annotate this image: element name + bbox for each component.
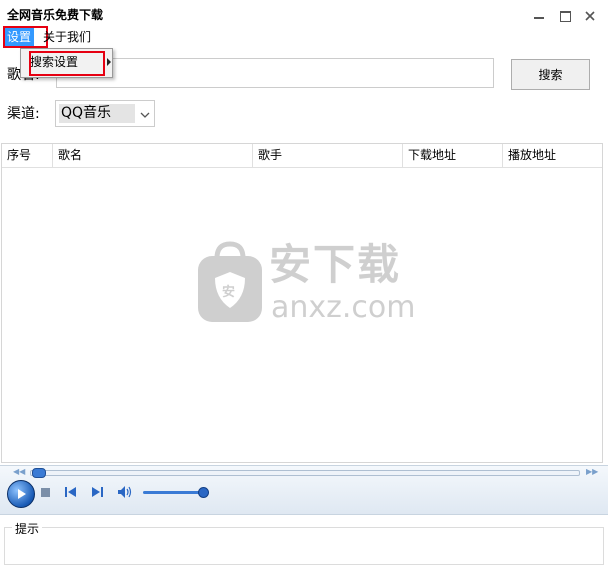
hint-label: 提示 <box>12 520 43 537</box>
next-icon <box>92 487 103 497</box>
previous-icon <box>65 487 76 497</box>
seek-thumb[interactable] <box>32 468 46 478</box>
column-header-song[interactable]: 歌名 <box>53 144 253 167</box>
volume-button[interactable] <box>118 486 132 498</box>
close-button[interactable] <box>580 6 600 26</box>
chevron-down-icon <box>140 112 150 118</box>
column-header-singer[interactable]: 歌手 <box>253 144 403 167</box>
speaker-icon <box>118 486 132 498</box>
seek-bar[interactable] <box>30 470 580 476</box>
channel-label: 渠道: <box>7 106 40 122</box>
seek-back-arrow-icon: ◀◀ <box>13 467 26 476</box>
watermark-badge: 安 <box>222 285 236 300</box>
column-header-download-url[interactable]: 下载地址 <box>403 144 503 167</box>
search-input[interactable] <box>56 58 494 88</box>
hint-box <box>4 527 604 565</box>
stop-icon <box>40 487 50 497</box>
volume-slider[interactable] <box>143 491 205 494</box>
channel-selected-value: QQ音乐 <box>59 104 135 123</box>
submenu-arrow-icon <box>107 58 111 66</box>
volume-thumb[interactable] <box>198 487 209 498</box>
watermark-domain: anxz.com <box>271 290 416 325</box>
close-icon <box>585 11 595 21</box>
minimize-button[interactable] <box>529 6 549 26</box>
table-header: 序号 歌名 歌手 下载地址 播放地址 <box>2 144 602 168</box>
menu-about[interactable]: 关于我们 <box>40 28 94 46</box>
column-header-play-url[interactable]: 播放地址 <box>503 144 602 167</box>
play-button[interactable] <box>7 480 35 508</box>
play-icon <box>18 489 26 499</box>
next-button[interactable] <box>91 486 103 498</box>
maximize-icon <box>559 10 571 22</box>
watermark-text: 安下载 <box>269 240 402 289</box>
search-button[interactable]: 搜索 <box>511 59 590 90</box>
highlight-box-search-settings <box>29 51 105 76</box>
seek-forward-arrow-icon: ▶▶ <box>586 467 599 476</box>
column-header-index[interactable]: 序号 <box>2 144 53 167</box>
minimize-icon <box>534 17 544 19</box>
channel-select[interactable]: QQ音乐 <box>55 100 155 127</box>
window-title: 全网音乐免费下载 <box>7 8 104 22</box>
maximize-button[interactable] <box>555 6 575 26</box>
stop-button[interactable] <box>39 486 51 498</box>
watermark-logo: 安 安下载 anxz.com <box>195 240 416 330</box>
previous-button[interactable] <box>65 486 77 498</box>
menu-bar: 设置 关于我们 <box>0 26 608 48</box>
